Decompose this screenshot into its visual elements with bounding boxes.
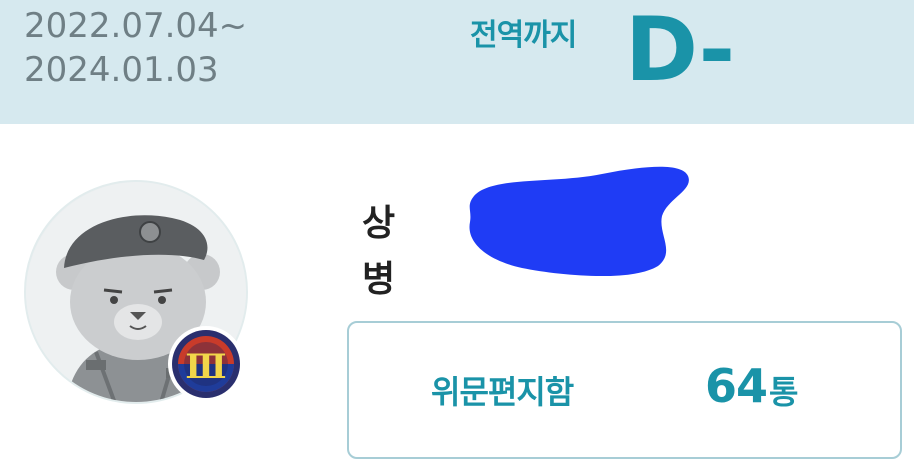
top-banner: 2022.07.04~ 2024.01.03 전역까지 D-277 (0, 0, 914, 221)
discharge-label: 전역까지 (470, 18, 577, 53)
profile-section: Ⅲ 상병 위문편지함 64 통 (0, 124, 914, 468)
rank-label: 상병 (362, 203, 395, 300)
mailbox-unit: 통 (769, 373, 799, 411)
service-period: 2022.07.04~ 2024.01.03 (24, 4, 247, 92)
service-start-date: 2022.07.04~ (24, 6, 248, 46)
rank-badge-numeral: Ⅲ (185, 347, 226, 387)
mailbox-button[interactable]: 위문편지함 64 통 (347, 321, 902, 459)
service-end-date: 2024.01.03 (24, 50, 219, 90)
rank-badge-icon: Ⅲ (166, 324, 246, 404)
name-redaction (462, 156, 702, 286)
mailbox-label: 위문편지함 (431, 373, 574, 411)
mailbox-count: 64 (705, 359, 768, 413)
